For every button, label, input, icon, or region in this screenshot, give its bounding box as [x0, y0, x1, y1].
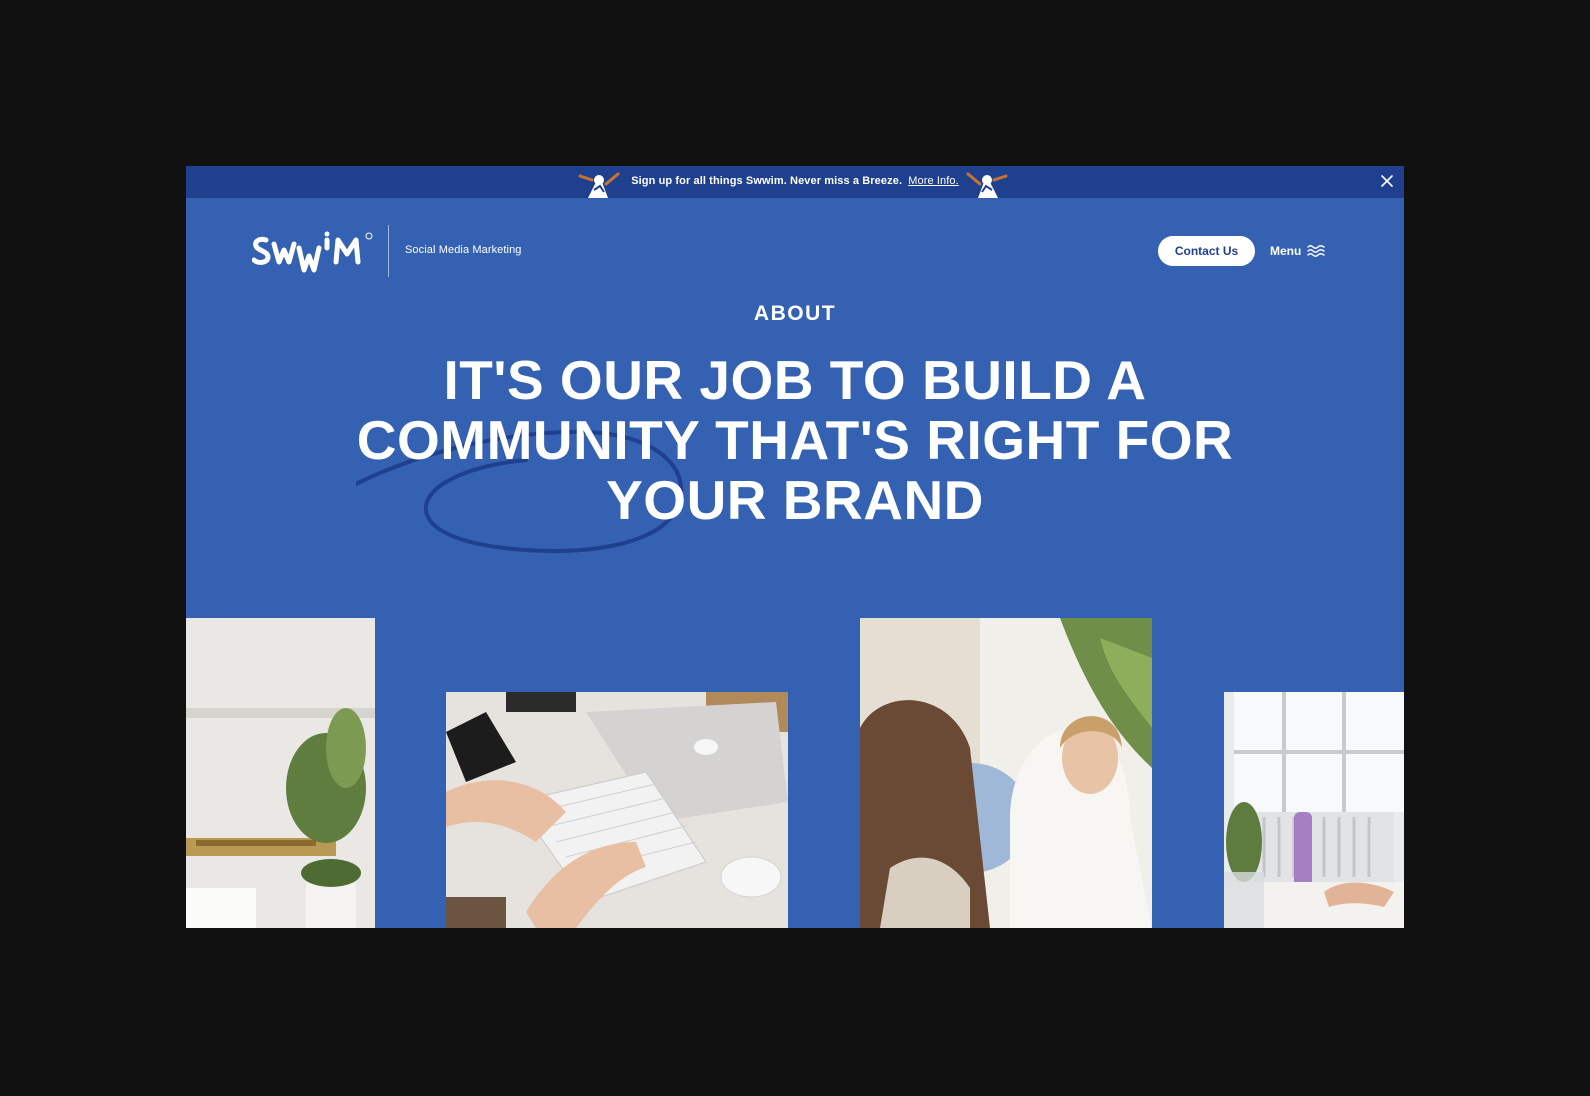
swwim-logo[interactable]	[252, 230, 376, 274]
swimmer-mascot-icon	[966, 172, 1008, 198]
laptop-keyboard-photo	[446, 692, 788, 928]
contact-us-button[interactable]: Contact Us	[1158, 236, 1255, 266]
section-eyebrow: ABOUT	[753, 302, 837, 325]
office-shelf-photo	[186, 618, 375, 928]
tagline: Social Media Marketing	[405, 244, 522, 256]
hero-headline: IT'S OUR JOB TO BUILD A COMMUNITY THAT'S…	[356, 349, 1234, 531]
laptop-keyboard-image	[446, 692, 788, 928]
team-meeting-photo	[860, 618, 1152, 928]
announcement-banner: Sign up for all things Swwim. Never miss…	[186, 166, 1404, 198]
more-info-link[interactable]: More Info.	[908, 175, 959, 187]
office-window-photo	[1224, 692, 1404, 928]
banner-message: Sign up for all things Swwim. Never miss…	[186, 175, 1404, 187]
office-shelf-image	[186, 618, 375, 928]
close-icon[interactable]	[1378, 172, 1396, 190]
team-meeting-image	[860, 618, 1152, 928]
menu-label: Menu	[1270, 244, 1302, 258]
logo-divider	[388, 225, 389, 277]
menu-button[interactable]: Menu	[1270, 236, 1326, 266]
office-window-image	[1224, 692, 1404, 928]
banner-text: Sign up for all things Swwim. Never miss…	[631, 175, 903, 187]
waves-icon	[1307, 245, 1326, 257]
page-frame: Sign up for all things Swwim. Never miss…	[186, 166, 1404, 928]
